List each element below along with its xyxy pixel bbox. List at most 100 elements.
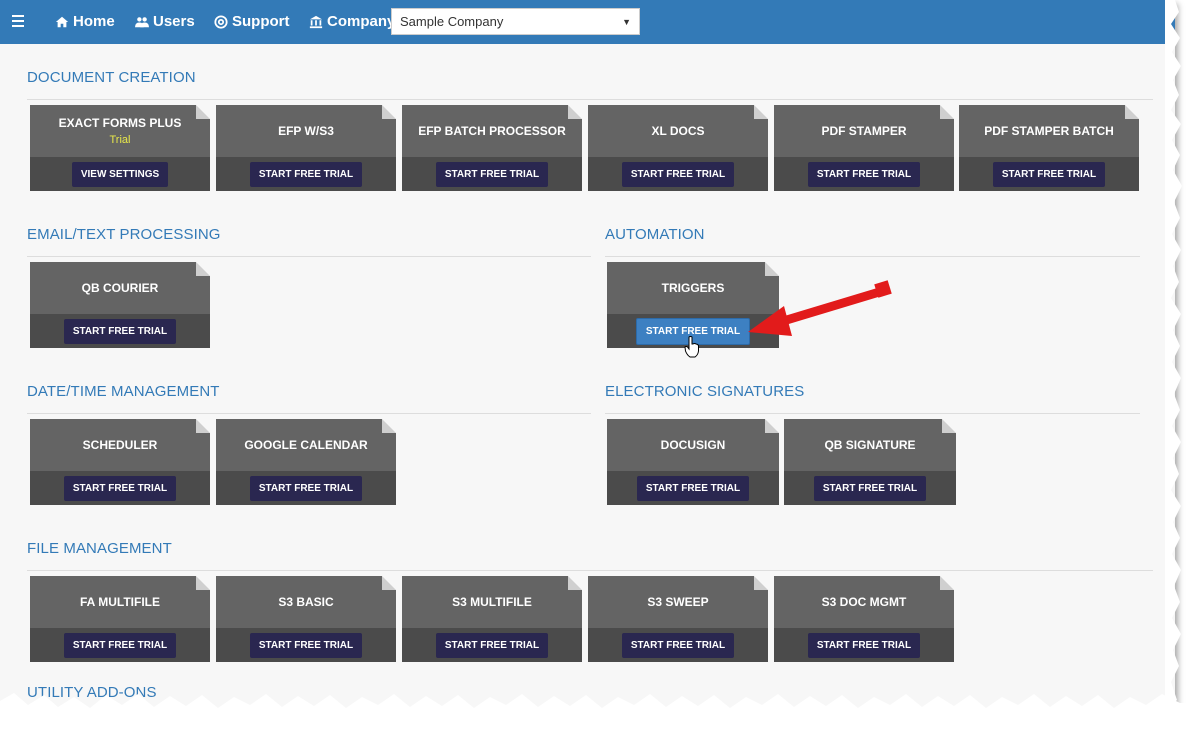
tile-title: XL DOCS — [651, 124, 705, 138]
nav-users-label: Users — [153, 13, 195, 30]
tile-efp-ws3: EFP W/S3 START FREE TRIAL — [216, 105, 396, 191]
page-fold-icon — [382, 419, 396, 433]
top-navbar: Home Users Support Company Sample Compan… — [0, 0, 1175, 44]
tile-title: SCHEDULER — [82, 438, 158, 452]
bank-icon — [309, 15, 323, 28]
start-free-trial-button[interactable]: START FREE TRIAL — [813, 475, 927, 501]
start-free-trial-button[interactable]: START FREE TRIAL — [63, 632, 177, 658]
tile-title: S3 MULTIFILE — [452, 595, 532, 609]
app-window: Home Users Support Company Sample Compan… — [0, 0, 1175, 712]
start-free-trial-button[interactable]: START FREE TRIAL — [992, 161, 1106, 187]
divider — [27, 99, 1153, 100]
page-fold-icon — [196, 105, 210, 119]
tile-s3-multifile: S3 MULTIFILE START FREE TRIAL — [402, 576, 582, 662]
tile-docusign: DOCUSIGN START FREE TRIAL — [607, 419, 779, 505]
home-icon — [55, 16, 69, 27]
page-fold-icon — [382, 576, 396, 590]
tile-title: EFP W/S3 — [278, 124, 334, 138]
nav-support-label: Support — [232, 13, 290, 30]
section-title-automation: AUTOMATION — [605, 226, 705, 243]
start-free-trial-button[interactable]: START FREE TRIAL — [621, 161, 735, 187]
page-fold-icon — [942, 419, 956, 433]
nav-company[interactable]: Company — [309, 13, 395, 30]
torn-edge-bottom — [0, 693, 1200, 733]
tile-title: PDF STAMPER — [821, 124, 907, 138]
tile-pdf-stamper: PDF STAMPER START FREE TRIAL — [774, 105, 954, 191]
tile-title: QB COURIER — [81, 281, 159, 295]
caret-down-icon: ▼ — [622, 16, 631, 27]
nav-users[interactable]: Users — [135, 13, 195, 30]
page-fold-icon — [196, 262, 210, 276]
tile-title: FA MULTIFILE — [80, 595, 160, 609]
tile-title: S3 BASIC — [278, 595, 334, 609]
menu-toggle-icon[interactable] — [12, 15, 24, 27]
start-free-trial-button[interactable]: START FREE TRIAL — [249, 632, 363, 658]
start-free-trial-button[interactable]: START FREE TRIAL — [249, 475, 363, 501]
tile-fa-multifile: FA MULTIFILE START FREE TRIAL — [30, 576, 210, 662]
start-free-trial-button[interactable]: START FREE TRIAL — [435, 161, 549, 187]
page-fold-icon — [754, 105, 768, 119]
start-free-trial-button[interactable]: START FREE TRIAL — [63, 318, 177, 344]
page-fold-icon — [754, 576, 768, 590]
tile-title: DOCUSIGN — [660, 438, 726, 452]
tile-title: GOOGLE CALENDAR — [244, 438, 368, 452]
page-fold-icon — [382, 105, 396, 119]
page-fold-icon — [196, 419, 210, 433]
tile-s3-basic: S3 BASIC START FREE TRIAL — [216, 576, 396, 662]
page-fold-icon — [765, 262, 779, 276]
page-fold-icon — [1125, 105, 1139, 119]
nav-home[interactable]: Home — [55, 13, 115, 30]
tile-efp-batch-processor: EFP BATCH PROCESSOR START FREE TRIAL — [402, 105, 582, 191]
tile-s3-sweep: S3 SWEEP START FREE TRIAL — [588, 576, 768, 662]
start-free-trial-button[interactable]: START FREE TRIAL — [435, 632, 549, 658]
divider — [27, 413, 591, 414]
tile-google-calendar: GOOGLE CALENDAR START FREE TRIAL — [216, 419, 396, 505]
tile-xl-docs: XL DOCS START FREE TRIAL — [588, 105, 768, 191]
red-arrow-annotation-icon — [748, 280, 892, 336]
page-fold-icon — [196, 576, 210, 590]
tile-scheduler: SCHEDULER START FREE TRIAL — [30, 419, 210, 505]
tile-title: EXACT FORMS PLUS — [58, 116, 182, 130]
tile-title: S3 SWEEP — [647, 595, 709, 609]
torn-edge-right — [1165, 0, 1182, 712]
page-fold-icon — [940, 576, 954, 590]
start-free-trial-button[interactable]: START FREE TRIAL — [807, 632, 921, 658]
start-free-trial-button[interactable]: START FREE TRIAL — [249, 161, 363, 187]
divider — [27, 256, 591, 257]
support-icon — [214, 14, 228, 29]
hand-cursor-icon — [684, 336, 699, 358]
section-title-esignatures: ELECTRONIC SIGNATURES — [605, 383, 805, 400]
start-free-trial-button[interactable]: START FREE TRIAL — [63, 475, 177, 501]
section-title-email-text: EMAIL/TEXT PROCESSING — [27, 226, 221, 243]
tile-pdf-stamper-batch: PDF STAMPER BATCH START FREE TRIAL — [959, 105, 1139, 191]
tile-exact-forms-plus: EXACT FORMS PLUS Trial VIEW SETTINGS — [30, 105, 210, 191]
start-free-trial-button[interactable]: START FREE TRIAL — [636, 475, 750, 501]
page-fold-icon — [765, 419, 779, 433]
company-select-value: Sample Company — [400, 14, 504, 29]
page-fold-icon — [940, 105, 954, 119]
divider — [605, 256, 1140, 257]
view-settings-button[interactable]: VIEW SETTINGS — [71, 161, 169, 187]
company-select[interactable]: Sample Company ▼ — [391, 8, 640, 35]
tile-s3-doc-mgmt: S3 DOC MGMT START FREE TRIAL — [774, 576, 954, 662]
start-free-trial-button[interactable]: START FREE TRIAL — [807, 161, 921, 187]
section-title-date-time: DATE/TIME MANAGEMENT — [27, 383, 220, 400]
divider — [605, 413, 1140, 414]
tile-title: QB SIGNATURE — [824, 438, 916, 452]
divider — [27, 570, 1153, 571]
tile-qb-signature: QB SIGNATURE START FREE TRIAL — [784, 419, 956, 505]
page-fold-icon — [568, 105, 582, 119]
nav-home-label: Home — [73, 13, 115, 30]
tile-title: TRIGGERS — [661, 281, 725, 295]
users-icon — [135, 16, 149, 27]
start-free-trial-button[interactable]: START FREE TRIAL — [621, 632, 735, 658]
tile-title: S3 DOC MGMT — [821, 595, 907, 609]
tile-qb-courier: QB COURIER START FREE TRIAL — [30, 262, 210, 348]
section-title-file-management: FILE MANAGEMENT — [27, 540, 172, 557]
tile-title: PDF STAMPER BATCH — [984, 124, 1114, 138]
section-title-document-creation: DOCUMENT CREATION — [27, 69, 196, 86]
nav-company-label: Company — [327, 13, 396, 30]
nav-support[interactable]: Support — [214, 13, 290, 30]
tile-title: EFP BATCH PROCESSOR — [418, 124, 566, 138]
page-fold-icon — [568, 576, 582, 590]
